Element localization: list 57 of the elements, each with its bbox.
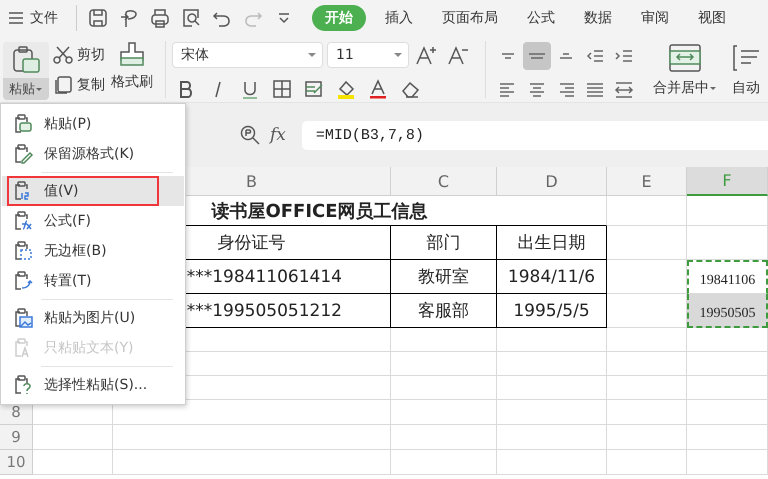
table-cell: 客服部	[391, 294, 497, 328]
formula-field[interactable]: =MID(B3,7,8)	[302, 120, 768, 150]
align-top-icon	[501, 53, 515, 59]
shrink-font-icon	[447, 44, 471, 66]
row-number: 10	[0, 450, 33, 475]
cell-fill-icon	[304, 78, 324, 100]
column-header: E	[607, 167, 687, 196]
ribbon-tab[interactable]: 审阅	[631, 4, 679, 30]
column-header: D	[497, 167, 607, 196]
menu-item[interactable]: 保留源格式(K)	[2, 139, 184, 169]
table-cell: 教研室	[391, 260, 497, 294]
print-icon	[149, 6, 171, 28]
ribbon-tab[interactable]: 公式	[517, 4, 565, 30]
table-cell: 1984/11/6	[497, 260, 607, 294]
table-cell: 19950505	[687, 294, 768, 328]
column-heading: 部门	[391, 226, 497, 260]
menu-item[interactable]: 值(V)	[2, 176, 184, 206]
borders-icon	[272, 78, 292, 100]
paste-button[interactable]: 粘贴	[3, 42, 49, 100]
copy-icon	[53, 74, 73, 95]
zoom-icon	[240, 125, 260, 145]
paint-bucket-icon	[336, 78, 356, 100]
row-number: 9	[0, 425, 33, 450]
font-color-icon	[368, 78, 388, 100]
ribbon-tab[interactable]: 数据	[574, 4, 622, 30]
align-bottom-icon	[559, 53, 573, 59]
ribbon-tab[interactable]: 视图	[688, 4, 736, 30]
save-icon	[87, 6, 109, 28]
italic-icon	[214, 80, 222, 98]
caret-icon	[35, 85, 43, 93]
menu-icon	[8, 10, 24, 24]
font-name-field[interactable]: 宋体	[172, 42, 323, 68]
file-menu[interactable]: 文件	[8, 8, 58, 26]
table-cell: 1995/5/5	[497, 294, 607, 328]
merge-cells-icon	[668, 43, 702, 73]
align-button[interactable]	[523, 42, 551, 70]
brush-icon	[118, 41, 146, 67]
copy-button[interactable]: 复制	[53, 74, 105, 95]
clipboard-icon	[11, 45, 41, 75]
font-size-field[interactable]: 11	[327, 42, 409, 68]
align-middle-icon	[528, 53, 546, 59]
function-label[interactable]: fx	[270, 125, 286, 145]
format-painter-button[interactable]: 格式刷	[111, 35, 153, 102]
ribbon-tab[interactable]: 页面布局	[432, 4, 508, 30]
menu-item[interactable]: 粘贴(P)	[2, 109, 184, 139]
wrap-text-button[interactable]: 自动	[731, 35, 761, 102]
column-header: F	[687, 167, 768, 196]
menu-item[interactable]: 选择性粘贴(S)...	[2, 370, 184, 400]
column-header: C	[391, 167, 497, 196]
wrap-text-icon	[731, 43, 761, 73]
merge-center-button[interactable]: 合并居中	[653, 35, 717, 102]
cut-button[interactable]: 剪切	[53, 46, 105, 64]
column-heading: 出生日期	[497, 226, 607, 260]
scissors-icon	[53, 46, 73, 64]
caret-icon	[709, 84, 717, 92]
grow-font-icon	[415, 44, 439, 66]
ribbon-tab[interactable]: 插入	[375, 4, 423, 30]
